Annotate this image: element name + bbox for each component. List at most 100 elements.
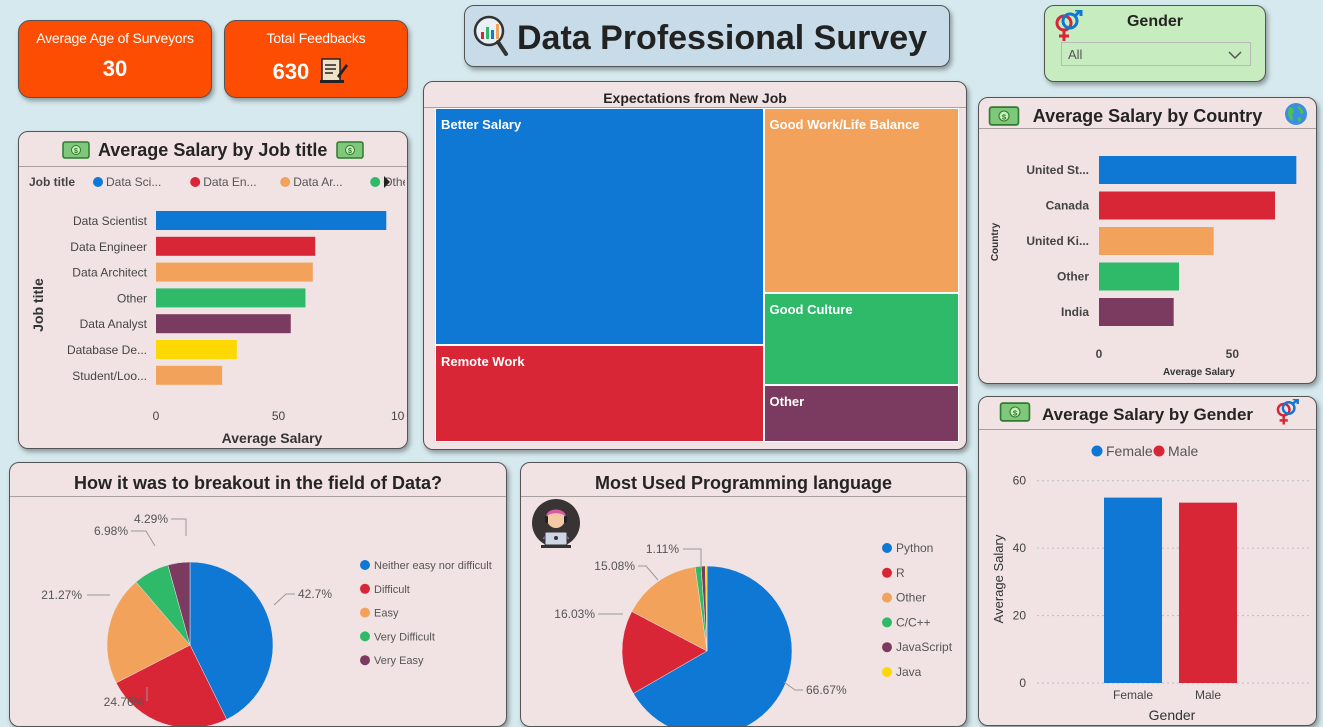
x-category-label: Male bbox=[1195, 688, 1221, 702]
legend-item[interactable]: Very Easy bbox=[374, 655, 424, 667]
legend-item[interactable]: Female bbox=[1106, 443, 1153, 459]
expectations-card: Expectations from New Job Better Salary R… bbox=[423, 81, 967, 450]
gender-dropdown-value: All bbox=[1068, 47, 1083, 62]
legend-item[interactable]: Neither easy nor difficult bbox=[374, 560, 492, 572]
legend-item[interactable]: Python bbox=[896, 541, 933, 555]
treemap-tile[interactable]: Better Salary bbox=[435, 108, 764, 345]
job-title-bar[interactable] bbox=[156, 288, 306, 308]
x-category-label: Female bbox=[1113, 688, 1153, 702]
languages-card: Most Used Programming language 66.67% 16.… bbox=[520, 462, 967, 727]
gender-card-title: Average Salary by Gender bbox=[1041, 405, 1254, 424]
job-title-bar[interactable] bbox=[156, 236, 316, 256]
money-icon: $ bbox=[336, 141, 365, 159]
x-tick-label: 0 bbox=[1096, 347, 1103, 361]
svg-text:$: $ bbox=[1013, 408, 1018, 417]
pie-value-label: 4.29% bbox=[134, 512, 168, 526]
treemap-tile[interactable]: Remote Work bbox=[435, 344, 764, 442]
gender-card: $ Average Salary by Gender Female Male 0 20… bbox=[978, 396, 1317, 726]
pie-leader-line bbox=[783, 681, 803, 691]
pie-value-label: 24.76% bbox=[104, 695, 145, 709]
breakout-pie-chart: 42.7% 24.76% 21.27% 6.98% 4.29% Neither easy … bbox=[41, 512, 492, 726]
svg-text:$: $ bbox=[1002, 112, 1007, 121]
country-card-title: Average Salary by Country bbox=[1032, 106, 1263, 126]
gender-bar-chart: Female Male 0 20 40 60 Female Male Gender Average… bbox=[991, 443, 1309, 723]
languages-title: Most Used Programming language bbox=[594, 473, 893, 493]
job-title-bar-chart: Job title Data Sci... Data En... Data Ar...… bbox=[29, 175, 405, 446]
treemap-tile[interactable]: Good Culture bbox=[763, 292, 959, 386]
legend-item[interactable]: Data Ar... bbox=[293, 175, 342, 189]
y-axis-title: Average Salary bbox=[991, 534, 1006, 623]
country-bar[interactable] bbox=[1099, 191, 1275, 220]
y-axis-title: Country bbox=[990, 222, 1001, 261]
kpi-average-age-label: Average Age of Surveyors bbox=[36, 30, 194, 46]
legend-marker bbox=[1153, 445, 1165, 457]
kpi-total-feedbacks: Total Feedbacks 630 bbox=[224, 20, 408, 98]
legend-item[interactable]: JavaScript bbox=[896, 640, 953, 654]
country-category-label: Canada bbox=[1046, 199, 1090, 213]
treemap-tile[interactable]: Other bbox=[763, 385, 959, 442]
legend-item[interactable]: Male bbox=[1168, 443, 1199, 459]
breakout-title: How it was to breakout in the field of D… bbox=[73, 473, 443, 493]
legend-marker bbox=[882, 617, 892, 628]
x-axis-title: Average Salary bbox=[222, 430, 323, 446]
legend-item[interactable]: C/C++ bbox=[896, 615, 931, 629]
treemap-tile[interactable]: Good Work/Life Balance bbox=[763, 108, 959, 293]
legend-title: Job title bbox=[29, 175, 75, 189]
legend-item[interactable]: Easy bbox=[374, 608, 399, 620]
y-tick-label: 60 bbox=[1013, 474, 1027, 488]
y-tick-label: 0 bbox=[1019, 676, 1026, 690]
legend-item[interactable]: Very Difficult bbox=[374, 631, 435, 643]
legend-marker bbox=[360, 631, 370, 642]
country-bar[interactable] bbox=[1099, 298, 1174, 326]
page-title: Data Professional Survey bbox=[517, 19, 928, 57]
pie-leader-line bbox=[638, 565, 659, 581]
job-title-category-label: Data Engineer bbox=[70, 240, 147, 254]
job-title-bar[interactable] bbox=[156, 262, 313, 282]
legend-item[interactable]: Java bbox=[896, 665, 922, 679]
country-category-label: India bbox=[1061, 305, 1089, 319]
pie-value-label: 21.27% bbox=[41, 588, 82, 602]
gender-bar[interactable] bbox=[1104, 497, 1162, 683]
kpi-average-age: Average Age of Surveyors 30 bbox=[18, 20, 212, 98]
legend-item[interactable]: R bbox=[896, 566, 905, 580]
legend-marker bbox=[1091, 445, 1103, 457]
country-bar[interactable] bbox=[1099, 262, 1179, 291]
legend-item[interactable]: Data Sci... bbox=[106, 175, 161, 189]
job-title-bar[interactable] bbox=[156, 211, 387, 230]
job-title-bar[interactable] bbox=[156, 365, 223, 385]
kpi-total-feedbacks-value: 630 bbox=[215, 56, 407, 85]
legend-item[interactable]: Data En... bbox=[203, 175, 256, 189]
legend-marker bbox=[882, 642, 892, 653]
country-bar[interactable] bbox=[1099, 156, 1297, 184]
y-tick-label: 20 bbox=[1013, 609, 1027, 623]
legend-marker bbox=[190, 177, 201, 187]
breakout-card: How it was to breakout in the field of D… bbox=[9, 462, 507, 727]
pie-leader-line bbox=[171, 518, 187, 536]
gender-bar[interactable] bbox=[1179, 502, 1237, 683]
job-title-bar[interactable] bbox=[156, 314, 291, 334]
money-icon: $ bbox=[988, 106, 1020, 126]
x-axis-title: Average Salary bbox=[1163, 367, 1235, 378]
country-bar[interactable] bbox=[1099, 227, 1214, 255]
country-category-label: United Ki... bbox=[1026, 234, 1089, 248]
y-axis-title: Job title bbox=[30, 278, 46, 332]
x-axis-title: Gender bbox=[1149, 707, 1196, 723]
gender-dropdown[interactable]: All bbox=[1061, 42, 1251, 66]
legend-item[interactable]: Difficult bbox=[374, 584, 410, 596]
pie-value-label: 66.67% bbox=[806, 683, 847, 697]
legend-item[interactable]: Other bbox=[896, 591, 926, 605]
treemap-tile-label: Good Culture bbox=[769, 301, 853, 317]
legend-marker bbox=[360, 583, 370, 594]
pie-leader-line bbox=[273, 593, 295, 606]
globe-icon bbox=[1285, 103, 1307, 125]
job-title-category-label: Student/Loo... bbox=[72, 369, 147, 383]
gender-slicer: Gender All bbox=[1044, 5, 1266, 82]
legend-marker bbox=[882, 592, 892, 603]
money-icon: $ bbox=[999, 402, 1031, 422]
x-tick-label: 50 bbox=[1226, 347, 1240, 361]
treemap-tile-label: Remote Work bbox=[441, 353, 525, 369]
legend-marker bbox=[882, 667, 892, 677]
chevron-down-icon bbox=[1228, 51, 1242, 60]
expectations-title: Expectations from New Job bbox=[603, 90, 787, 106]
job-title-bar[interactable] bbox=[156, 340, 237, 359]
